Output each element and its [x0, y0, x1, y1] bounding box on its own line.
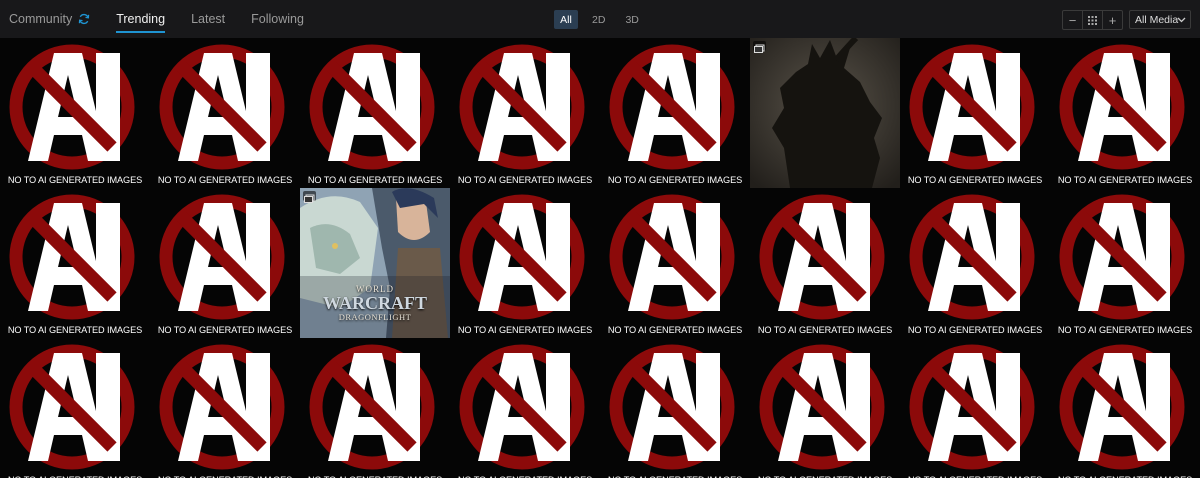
artwork-tile[interactable]: NO TO AI GENERATED IMAGES: [0, 38, 150, 188]
grid-density-button[interactable]: [1083, 11, 1103, 29]
tile-caption: NO TO AI GENERATED IMAGES: [907, 325, 1043, 335]
tile-caption: NO TO AI GENERATED IMAGES: [457, 325, 593, 335]
artwork-tile[interactable]: NO TO AI GENERATED IMAGES: [300, 338, 450, 478]
tile-caption: NO TO AI GENERATED IMAGES: [307, 175, 443, 185]
no-ai-logo: [609, 194, 735, 320]
nav-following[interactable]: Following: [251, 0, 304, 38]
feed-nav: Community Trending Latest Following: [9, 0, 330, 38]
no-ai-logo: [759, 194, 885, 320]
no-ai-logo: [159, 344, 285, 470]
tile-caption: NO TO AI GENERATED IMAGES: [757, 325, 893, 335]
no-ai-logo: [909, 344, 1035, 470]
artwork-tile[interactable]: NO TO AI GENERATED IMAGES: [1050, 338, 1200, 478]
media-type-select[interactable]: All Media: [1129, 10, 1191, 29]
artwork-tile[interactable]: NO TO AI GENERATED IMAGES: [150, 38, 300, 188]
game-logo-line-3: DRAGONFLIGHT: [338, 312, 412, 322]
game-logo: WORLD WARCRAFT DRAGONFLIGHT: [300, 284, 450, 322]
artwork-tile[interactable]: NO TO AI GENERATED IMAGES: [750, 338, 900, 478]
tile-caption: NO TO AI GENERATED IMAGES: [157, 175, 293, 185]
no-ai-logo: [9, 344, 135, 470]
gallery-icon: [753, 41, 766, 53]
no-ai-logo: [1059, 344, 1185, 470]
nav-community-label: Community: [9, 12, 73, 26]
filter-2d[interactable]: 2D: [586, 10, 611, 29]
no-ai-logo: [159, 194, 285, 320]
artwork-tile[interactable]: WORLD WARCRAFT DRAGONFLIGHT: [300, 188, 450, 338]
zoom-in-button[interactable]: +: [1103, 11, 1122, 29]
artwork-tile[interactable]: NO TO AI GENERATED IMAGES: [0, 338, 150, 478]
artwork-tile[interactable]: NO TO AI GENERATED IMAGES: [150, 188, 300, 338]
artwork-tile[interactable]: [750, 38, 900, 188]
artwork-tile[interactable]: NO TO AI GENERATED IMAGES: [150, 338, 300, 478]
nav-following-label: Following: [251, 12, 304, 26]
chevron-down-icon: [1177, 17, 1186, 23]
no-ai-logo: [459, 44, 585, 170]
artwork-tile[interactable]: NO TO AI GENERATED IMAGES: [450, 38, 600, 188]
artwork-tile[interactable]: NO TO AI GENERATED IMAGES: [900, 338, 1050, 478]
no-ai-logo: [9, 194, 135, 320]
no-ai-logo: [309, 44, 435, 170]
artwork-tile[interactable]: NO TO AI GENERATED IMAGES: [450, 188, 600, 338]
no-ai-logo: [459, 344, 585, 470]
no-ai-logo: [609, 44, 735, 170]
artwork-tile[interactable]: NO TO AI GENERATED IMAGES: [900, 38, 1050, 188]
tile-caption: NO TO AI GENERATED IMAGES: [607, 175, 743, 185]
no-ai-logo: [1059, 194, 1185, 320]
grid-icon: [1088, 15, 1097, 25]
artwork-tile[interactable]: NO TO AI GENERATED IMAGES: [600, 188, 750, 338]
nav-latest[interactable]: Latest: [191, 0, 225, 38]
dimension-filters: All 2D 3D: [554, 10, 653, 29]
no-ai-logo: [9, 44, 135, 170]
grid-size-control: − +: [1062, 10, 1123, 30]
artwork-tile[interactable]: NO TO AI GENERATED IMAGES: [1050, 188, 1200, 338]
refresh-icon[interactable]: [78, 13, 90, 25]
nav-trending-label: Trending: [116, 12, 166, 26]
tile-caption: NO TO AI GENERATED IMAGES: [607, 325, 743, 335]
tile-caption: NO TO AI GENERATED IMAGES: [1057, 325, 1193, 335]
tile-caption: NO TO AI GENERATED IMAGES: [907, 175, 1043, 185]
artwork-tile[interactable]: NO TO AI GENERATED IMAGES: [900, 188, 1050, 338]
no-ai-logo: [309, 344, 435, 470]
nav-latest-label: Latest: [191, 12, 226, 26]
no-ai-logo: [909, 194, 1035, 320]
tile-caption: NO TO AI GENERATED IMAGES: [7, 175, 143, 185]
artwork-thumbnail: [750, 38, 900, 188]
artwork-tile[interactable]: NO TO AI GENERATED IMAGES: [450, 338, 600, 478]
artwork-tile[interactable]: NO TO AI GENERATED IMAGES: [1050, 38, 1200, 188]
game-logo-line-2: WARCRAFT: [322, 293, 427, 313]
media-type-value: All Media: [1135, 13, 1179, 26]
gallery-icon: [303, 191, 316, 203]
top-bar: Community Trending Latest Following All …: [0, 0, 1200, 38]
tile-caption: NO TO AI GENERATED IMAGES: [7, 325, 143, 335]
no-ai-logo: [1059, 44, 1185, 170]
zoom-out-button[interactable]: −: [1063, 11, 1083, 29]
nav-community[interactable]: Community: [9, 0, 90, 38]
no-ai-logo: [759, 344, 885, 470]
tile-caption: NO TO AI GENERATED IMAGES: [457, 175, 593, 185]
no-ai-logo: [909, 44, 1035, 170]
artwork-tile[interactable]: NO TO AI GENERATED IMAGES: [750, 188, 900, 338]
nav-trending[interactable]: Trending: [116, 0, 165, 38]
no-ai-logo: [609, 344, 735, 470]
artwork-tile[interactable]: NO TO AI GENERATED IMAGES: [0, 188, 150, 338]
artwork-tile[interactable]: NO TO AI GENERATED IMAGES: [600, 38, 750, 188]
artwork-tile[interactable]: NO TO AI GENERATED IMAGES: [300, 38, 450, 188]
artwork-tile[interactable]: NO TO AI GENERATED IMAGES: [600, 338, 750, 478]
tile-caption: NO TO AI GENERATED IMAGES: [1057, 175, 1193, 185]
no-ai-logo: [159, 44, 285, 170]
artwork-grid: NO TO AI GENERATED IMAGES NO TO AI GENER…: [0, 38, 1200, 478]
filter-3d[interactable]: 3D: [619, 10, 644, 29]
filter-all[interactable]: All: [554, 10, 578, 29]
no-ai-logo: [459, 194, 585, 320]
tile-caption: NO TO AI GENERATED IMAGES: [157, 325, 293, 335]
